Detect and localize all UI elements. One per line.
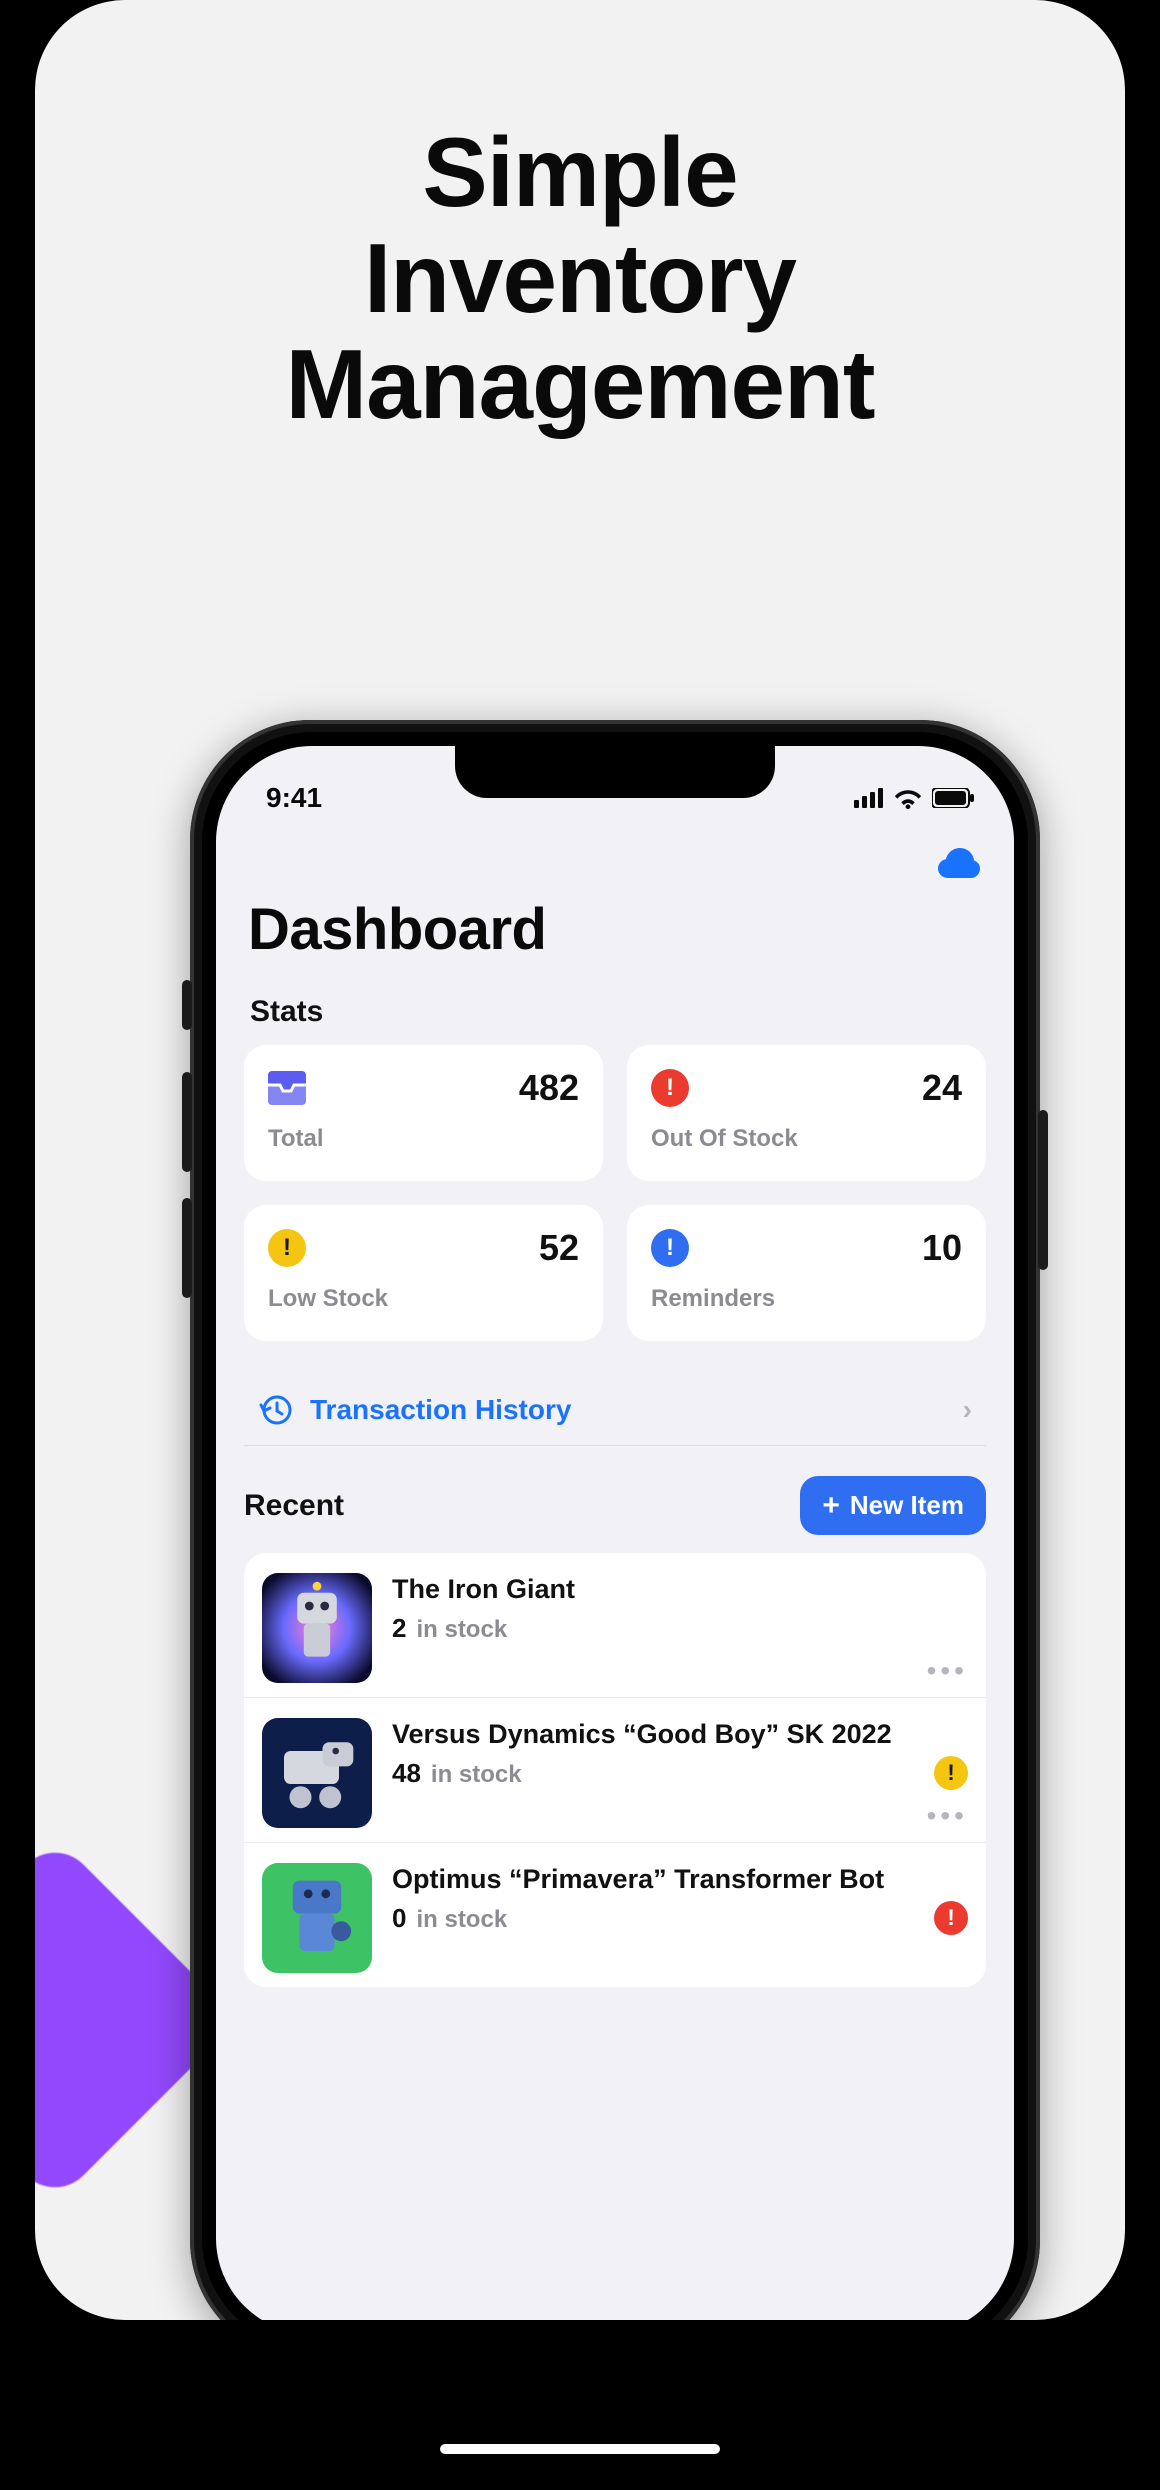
item-stock-label: in stock: [416, 1906, 507, 1934]
inbox-icon: [268, 1071, 306, 1105]
warning-icon: [268, 1229, 306, 1267]
more-icon[interactable]: •••: [927, 1655, 968, 1687]
item-stock-label: in stock: [416, 1616, 507, 1644]
stat-card-reminders[interactable]: 10 Reminders: [627, 1205, 986, 1341]
recent-section-label: Recent: [244, 1489, 344, 1523]
signal-icon: [854, 788, 884, 808]
item-qty: 2: [392, 1613, 406, 1644]
promo-headline-line1: Simple: [422, 117, 737, 227]
stat-low-label: Low Stock: [268, 1285, 579, 1313]
page-title: Dashboard: [216, 878, 1014, 969]
item-stock-label: in stock: [431, 1761, 522, 1789]
app-screen: 9:41: [216, 746, 1014, 2320]
stat-card-out-of-stock[interactable]: 24 Out Of Stock: [627, 1045, 986, 1181]
stat-reminders-value: 10: [922, 1227, 962, 1269]
alert-icon: [651, 1069, 689, 1107]
item-thumbnail: [262, 1863, 372, 1973]
item-thumbnail: [262, 1573, 372, 1683]
item-thumbnail: [262, 1718, 372, 1828]
stat-reminders-label: Reminders: [651, 1285, 962, 1313]
stat-total-value: 482: [519, 1067, 579, 1109]
stat-total-label: Total: [268, 1125, 579, 1153]
phone-device-frame: 9:41: [190, 720, 1040, 2320]
list-item[interactable]: Versus Dynamics “Good Boy” SK 2022 48 in…: [244, 1698, 986, 1843]
list-item[interactable]: The Iron Giant 2 in stock •••: [244, 1553, 986, 1698]
new-item-button[interactable]: + New Item: [800, 1476, 986, 1535]
promo-headline-line3: Management: [285, 329, 874, 439]
transaction-history-link[interactable]: Transaction History ›: [244, 1375, 986, 1446]
status-time: 9:41: [266, 782, 322, 814]
stat-card-total[interactable]: 482 Total: [244, 1045, 603, 1181]
item-title: Optimus “Primavera” Transformer Bot: [392, 1863, 914, 1895]
battery-icon: [932, 788, 974, 808]
device-notch: [455, 746, 775, 798]
promo-headline: Simple Inventory Management: [35, 120, 1125, 437]
more-icon[interactable]: •••: [927, 1800, 968, 1832]
item-title: Versus Dynamics “Good Boy” SK 2022: [392, 1718, 914, 1750]
item-qty: 48: [392, 1758, 421, 1789]
list-item[interactable]: Optimus “Primavera” Transformer Bot 0 in…: [244, 1843, 986, 1987]
home-indicator: [440, 2444, 720, 2454]
promo-headline-line2: Inventory: [364, 223, 796, 333]
transaction-history-label: Transaction History: [310, 1394, 945, 1426]
wifi-icon: [894, 787, 922, 809]
chevron-right-icon: ›: [963, 1394, 972, 1426]
warning-icon: [934, 1756, 968, 1790]
stat-out-label: Out Of Stock: [651, 1125, 962, 1153]
stat-out-value: 24: [922, 1067, 962, 1109]
new-item-button-label: New Item: [850, 1490, 964, 1521]
item-qty: 0: [392, 1903, 406, 1934]
stat-low-value: 52: [539, 1227, 579, 1269]
stat-card-low-stock[interactable]: 52 Low Stock: [244, 1205, 603, 1341]
item-title: The Iron Giant: [392, 1573, 968, 1605]
history-icon: [258, 1393, 292, 1427]
cloud-sync-button[interactable]: [938, 848, 980, 878]
stats-section-label: Stats: [216, 969, 1014, 1045]
alert-icon: [934, 1901, 968, 1935]
info-icon: [651, 1229, 689, 1267]
